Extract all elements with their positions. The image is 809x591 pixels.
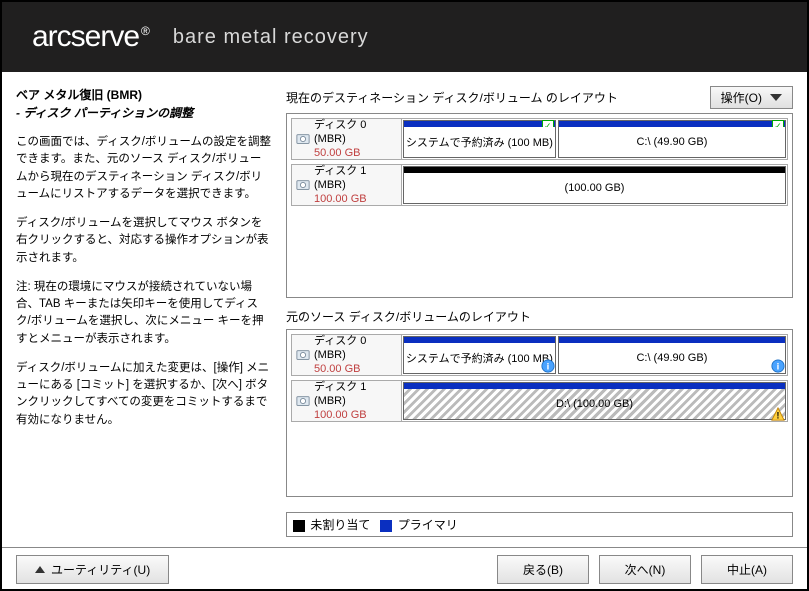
- svg-text:i: i: [546, 362, 549, 373]
- partition[interactable]: ✓システムで予約済み (100 MB): [403, 120, 556, 158]
- disk-info[interactable]: ディスク 1 (MBR)100.00 GB: [292, 165, 402, 205]
- disk-info[interactable]: ディスク 0 (MBR)50.00 GB: [292, 119, 402, 159]
- help-text: この画面では、ディスク/ボリュームの設定を調整できます。また、元のソース ディス…: [16, 134, 272, 203]
- svg-text:i: i: [777, 362, 780, 373]
- brand-logo: arcserve®: [32, 20, 149, 54]
- disk-row[interactable]: ディスク 1 (MBR)100.00 GB(100.00 GB): [291, 164, 788, 206]
- footer: ユーティリティ(U) 戻る(B) 次へ(N) 中止(A): [2, 547, 807, 591]
- src-disk-panel: ディスク 0 (MBR)50.00 GBシステムで予約済み (100 MB)iC…: [286, 329, 793, 497]
- svg-text:!: !: [777, 410, 780, 420]
- disk-row[interactable]: ディスク 1 (MBR)100.00 GBD:\ (100.00 GB)!: [291, 380, 788, 422]
- page-title: ベア メタル復旧 (BMR): [16, 86, 272, 104]
- help-text: 注: 現在の環境にマウスが接続されていない場合、TAB キーまたは矢印キーを使用…: [16, 279, 272, 348]
- app-subtitle: bare metal recovery: [173, 26, 369, 49]
- partition[interactable]: システムで予約済み (100 MB)i: [403, 336, 556, 374]
- partition[interactable]: D:\ (100.00 GB)!: [403, 382, 786, 420]
- dest-label: 現在のデスティネーション ディスク/ボリューム のレイアウト: [286, 89, 618, 106]
- next-button[interactable]: 次へ(N): [599, 555, 691, 584]
- disk-info[interactable]: ディスク 0 (MBR)50.00 GB: [292, 335, 402, 375]
- page-subtitle: - ディスク パーティションの調整: [16, 104, 272, 122]
- disk-row[interactable]: ディスク 0 (MBR)50.00 GB✓システムで予約済み (100 MB)✓…: [291, 118, 788, 160]
- back-button[interactable]: 戻る(B): [497, 555, 589, 584]
- layout-panel: 現在のデスティネーション ディスク/ボリューム のレイアウト 操作(O) ディス…: [282, 72, 807, 547]
- legend-swatch-primary: [380, 520, 392, 532]
- operations-button[interactable]: 操作(O): [710, 86, 793, 109]
- utility-button[interactable]: ユーティリティ(U): [16, 555, 169, 584]
- legend: 未割り当て プライマリ: [286, 512, 793, 537]
- app-header: arcserve® bare metal recovery: [2, 2, 807, 72]
- partition[interactable]: C:\ (49.90 GB)i: [558, 336, 786, 374]
- legend-swatch-unalloc: [293, 520, 305, 532]
- partition[interactable]: ✓C:\ (49.90 GB): [558, 120, 786, 158]
- disk-info[interactable]: ディスク 1 (MBR)100.00 GB: [292, 381, 402, 421]
- info-panel: ベア メタル復旧 (BMR) - ディスク パーティションの調整 この画面では、…: [2, 72, 282, 547]
- help-text: ディスク/ボリュームに加えた変更は、[操作] メニューにある [コミット] を選…: [16, 360, 272, 429]
- chevron-down-icon: [770, 94, 782, 101]
- help-text: ディスク/ボリュームを選択してマウス ボタンを右クリックすると、対応する操作オプ…: [16, 215, 272, 267]
- partition[interactable]: (100.00 GB): [403, 166, 786, 204]
- src-label: 元のソース ディスク/ボリュームのレイアウト: [286, 308, 793, 325]
- abort-button[interactable]: 中止(A): [701, 555, 793, 584]
- chevron-up-icon: [35, 566, 45, 573]
- disk-row[interactable]: ディスク 0 (MBR)50.00 GBシステムで予約済み (100 MB)iC…: [291, 334, 788, 376]
- dest-disk-panel: ディスク 0 (MBR)50.00 GB✓システムで予約済み (100 MB)✓…: [286, 113, 793, 298]
